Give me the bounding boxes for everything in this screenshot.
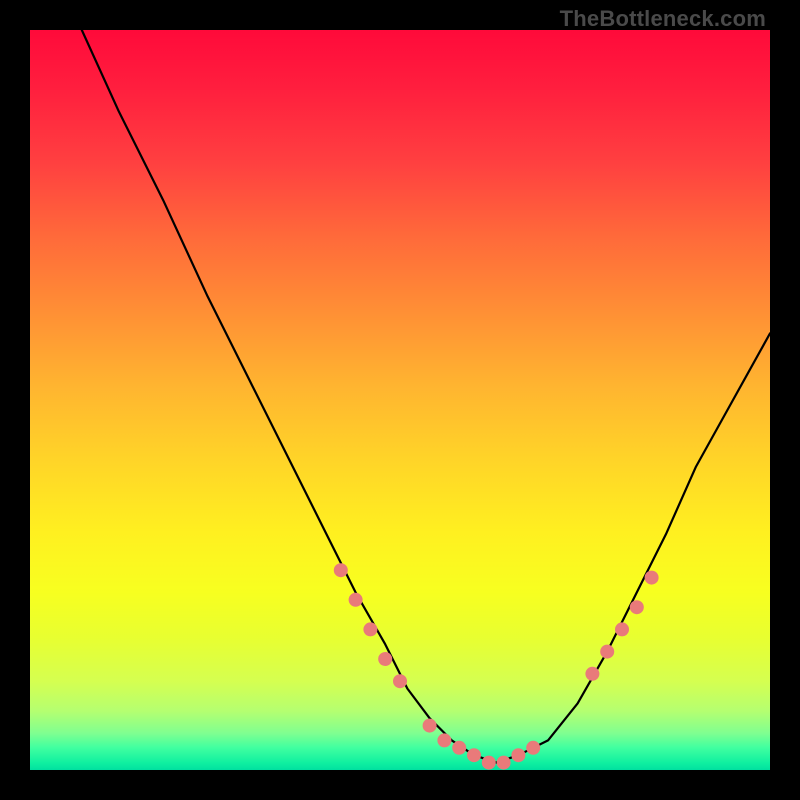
marker-point [363,622,377,636]
plot-area [30,30,770,770]
marker-point [452,741,466,755]
marker-point [600,645,614,659]
marker-point [511,748,525,762]
marker-point [615,622,629,636]
marker-point [393,674,407,688]
highlight-markers [334,563,659,769]
marker-point [645,571,659,585]
watermark-text: TheBottleneck.com [560,6,766,32]
marker-point [585,667,599,681]
marker-point [526,741,540,755]
marker-point [349,593,363,607]
bottleneck-curve [82,30,770,763]
curve-layer [30,30,770,770]
marker-point [378,652,392,666]
marker-point [334,563,348,577]
marker-point [467,748,481,762]
marker-point [482,756,496,770]
marker-point [497,756,511,770]
chart-container: TheBottleneck.com [0,0,800,800]
marker-point [630,600,644,614]
marker-point [437,733,451,747]
marker-point [423,719,437,733]
